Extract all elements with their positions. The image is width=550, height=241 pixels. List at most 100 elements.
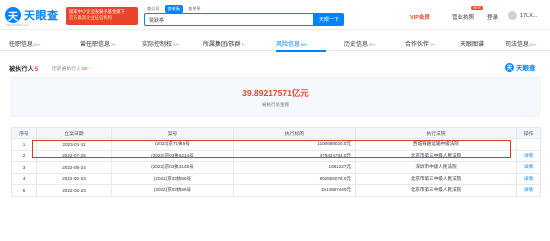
header-action: 操作 <box>516 127 541 139</box>
section-title: 被执行人5 <box>9 64 38 73</box>
row-detail-link[interactable]: 详情 <box>516 172 541 185</box>
profile-tabs: 任职信息99+ 曾任职信息26 实际控制权99+ 所属集团/族群2 风险信息99… <box>0 36 550 51</box>
tab-count: 99+ <box>301 42 308 47</box>
nav-license[interactable]: 营业执照 <box>452 13 474 21</box>
new-badge: NEW <box>471 6 483 10</box>
search-tab-company[interactable]: 查公司 <box>144 5 163 13</box>
logo-mark-icon: 天 <box>5 7 21 23</box>
top-header: 天 天眼查 TianYanCha.com 国家中小企业发展子基金旗下 官方备案企… <box>0 0 550 30</box>
table-row: 3 2022-05-24 (2022)京03执3148号 1681227元 深圳… <box>11 161 541 174</box>
row-case-number: (2022)京03执55号 <box>111 184 234 197</box>
section-logo-text: 天眼查 <box>516 65 536 72</box>
search-tab-relation[interactable]: 查关系 <box>185 5 204 13</box>
active-tab-underline <box>276 50 326 52</box>
row-detail-link[interactable]: 详情 <box>516 149 541 162</box>
tab-label: 任职信息 <box>9 42 34 48</box>
row-case-number: (2023)京71执6号 <box>111 138 234 151</box>
row-case-number: (2022)京03执6214号 <box>111 149 234 162</box>
search-input[interactable]: 贾跃亭 <box>144 13 314 26</box>
table-row: 5 2022-02-23 (2022)京03执55号 1514857440元 北… <box>11 184 541 197</box>
tab-count: 2 <box>241 42 244 47</box>
row-amount: 1681227元 <box>233 161 356 174</box>
row-date: 2022-02-23 <box>36 184 112 197</box>
table-row: 1 2023-01-11 (2023)京71执6号 1100689020.0元 … <box>11 138 541 151</box>
row-court: 北京市第三中级人民法院 <box>355 172 517 185</box>
tab-risk[interactable]: 风险信息99+ <box>276 39 308 48</box>
tab-control[interactable]: 实际控制权99+ <box>142 39 180 48</box>
row-amount: 892555078.0元 <box>233 172 356 185</box>
logo[interactable]: 天 天眼查 <box>5 7 59 23</box>
vip-link[interactable]: VIP会员 <box>410 13 430 21</box>
row-court: 深圳市中级人民法院 <box>355 161 517 174</box>
header-index: 序号 <box>11 127 37 139</box>
tab-label: 司法信息 <box>505 42 530 48</box>
tab-positions[interactable]: 任职信息99+ <box>9 39 41 48</box>
total-amount-label: 被执行总金额 <box>262 102 289 107</box>
tab-count: 99+ <box>369 42 376 47</box>
chevron-right-icon: › <box>88 67 91 72</box>
row-court: 西城铁路运输中级法院 <box>355 138 517 151</box>
header-filing-date[interactable]: 立案日期 <box>36 127 112 139</box>
tab-former-positions[interactable]: 曾任职信息26 <box>80 39 115 48</box>
tab-history[interactable]: 历史信息99+ <box>344 39 376 48</box>
logo-text: 天眼查 <box>24 10 59 22</box>
tab-label: 实际控制权 <box>142 42 173 48</box>
search-button[interactable]: 天眼一下 <box>314 13 344 26</box>
header-case-number: 案号 <box>111 127 234 139</box>
section-count: 5 <box>34 66 39 73</box>
tab-judicial[interactable]: 司法信息99+ <box>505 39 537 48</box>
row-amount: 1100689020.0元 <box>233 138 356 151</box>
tianyancha-logo-icon: 天 <box>505 62 514 72</box>
header-exec-amount[interactable]: 执行标的 <box>233 127 356 139</box>
table-header-row: 序号 立案日期 案号 执行标的 执行法院 操作 <box>11 127 541 139</box>
tab-label: 风险信息 <box>276 42 301 48</box>
promo-banner[interactable]: 国家中小企业发展子基金旗下 官方备案企业征信机构 <box>66 7 138 25</box>
history-link[interactable]: 历史被执行人 60 › <box>52 65 90 72</box>
tab-count: 99+ <box>173 42 180 47</box>
row-date: 2022-05-24 <box>36 161 112 174</box>
row-date: 2022-07-25 <box>36 149 112 162</box>
tab-label: 曾任职信息 <box>80 42 111 48</box>
tab-label: 所属集团/族群 <box>203 42 241 48</box>
row-detail-link[interactable] <box>516 138 541 151</box>
row-amount: 479334784.0元 <box>233 149 356 162</box>
row-date: 2022-02-23 <box>36 172 112 185</box>
tab-count: 99+ <box>34 42 41 47</box>
table-row: 2 2022-07-25 (2022)京03执6214号 479334784.0… <box>11 149 541 162</box>
tab-graph[interactable]: 天眼图谱 <box>460 39 484 48</box>
row-index: 4 <box>11 172 37 185</box>
row-index: 2 <box>11 149 37 162</box>
avatar[interactable] <box>508 11 517 20</box>
tab-group[interactable]: 所属集团/族群2 <box>203 39 244 48</box>
history-label: 历史被执行人 <box>52 67 81 72</box>
tab-count: 26 <box>111 42 116 47</box>
section-title-text: 被执行人 <box>9 66 34 73</box>
row-court: 北京市第三中级人民法院 <box>355 184 517 197</box>
username[interactable]: 17LX... <box>520 13 537 19</box>
row-case-number: (2022)京03执3148号 <box>111 161 234 174</box>
row-date: 2023-01-11 <box>36 138 112 151</box>
tab-partners[interactable]: 合作伙伴19 <box>405 39 434 48</box>
row-index: 1 <box>11 138 37 151</box>
nav-login[interactable]: 登录 <box>487 13 498 21</box>
tab-label: 历史信息 <box>344 42 369 48</box>
header-court: 执行法院 <box>355 127 517 139</box>
row-case-number: (2022)京03执56号 <box>111 172 234 185</box>
tab-count: 19 <box>430 42 435 47</box>
logo-subtitle: TianYanCha.com <box>6 23 29 27</box>
tab-count: 99+ <box>530 42 537 47</box>
row-index: 3 <box>11 161 37 174</box>
promo-line-2: 官方备案企业征信机构 <box>69 14 112 20</box>
search-tab-boss[interactable]: 查老板 <box>164 5 184 13</box>
row-detail-link[interactable]: 详情 <box>516 161 541 174</box>
tab-label: 天眼图谱 <box>460 42 485 48</box>
tab-label: 合作伙伴 <box>405 42 430 48</box>
row-court: 北京市第三中级人民法院 <box>355 149 517 162</box>
total-amount: 39.89217571亿元 <box>242 88 309 98</box>
section-watermark: 天 天眼查 <box>505 62 536 72</box>
row-index: 5 <box>11 184 37 197</box>
history-count: 60 <box>82 67 88 72</box>
row-detail-link[interactable]: 详情 <box>516 184 541 197</box>
search-type-tabs: 查公司 查老板 查关系 <box>144 5 204 13</box>
table-row: 4 2022-02-23 (2022)京03执56号 892555078.0元 … <box>11 172 541 185</box>
